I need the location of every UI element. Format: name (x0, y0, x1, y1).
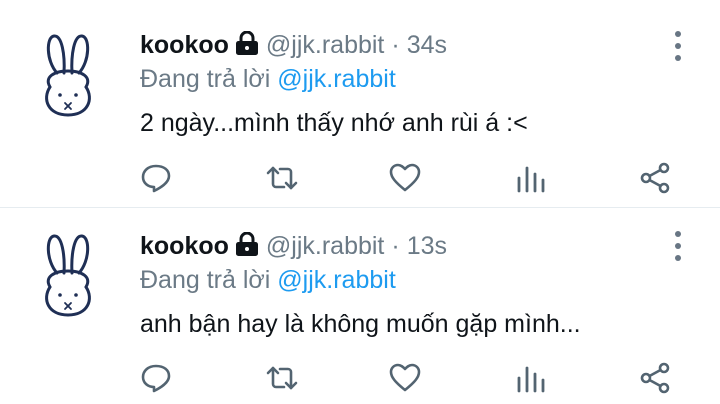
avatar[interactable] (38, 233, 98, 319)
rabbit-avatar-icon (45, 234, 91, 317)
user-handle[interactable]: @jjk.rabbit (266, 31, 384, 60)
lock-icon (234, 30, 260, 55)
lock-icon (234, 231, 260, 256)
heart-icon[interactable] (387, 360, 423, 396)
reply-prefix: Đang trả lời (140, 65, 271, 93)
share-icon[interactable] (637, 360, 673, 396)
stats-icon[interactable] (513, 160, 549, 196)
heart-icon[interactable] (387, 160, 423, 196)
avatar[interactable] (38, 33, 98, 119)
more-vertical-icon[interactable] (666, 31, 690, 61)
more-vertical-icon[interactable] (666, 231, 690, 261)
tweet[interactable]: kookoo @jjk.rabbit · 13s Đang trả lời @j… (0, 209, 720, 404)
timestamp[interactable]: 13s (407, 232, 447, 261)
reply-icon[interactable] (138, 160, 174, 196)
rabbit-avatar-icon (45, 34, 91, 117)
reply-prefix: Đang trả lời (140, 266, 271, 294)
stats-icon[interactable] (513, 360, 549, 396)
reply-icon[interactable] (138, 360, 174, 396)
tweet-text: 2 ngày...mình thấy nhớ anh rùi á :< (140, 109, 528, 137)
share-icon[interactable] (637, 160, 673, 196)
retweet-icon[interactable] (264, 360, 300, 396)
timestamp[interactable]: 34s (407, 31, 447, 60)
mention-link[interactable]: @jjk.rabbit (277, 266, 395, 294)
action-bar (0, 160, 720, 196)
display-name[interactable]: kookoo (140, 31, 229, 60)
retweet-icon[interactable] (264, 160, 300, 196)
separator-dot: · (391, 231, 400, 260)
display-name[interactable]: kookoo (140, 232, 229, 261)
tweet-text: anh bận hay là không muốn gặp mình... (140, 310, 581, 338)
tweet[interactable]: kookoo @jjk.rabbit · 34s Đang trả lời @j… (0, 0, 720, 208)
action-bar (0, 360, 720, 396)
mention-link[interactable]: @jjk.rabbit (277, 65, 395, 93)
reply-context: Đang trả lời @jjk.rabbit (140, 62, 660, 96)
reply-context: Đang trả lời @jjk.rabbit (140, 263, 660, 297)
user-handle[interactable]: @jjk.rabbit (266, 232, 384, 261)
separator-dot: · (391, 30, 400, 59)
